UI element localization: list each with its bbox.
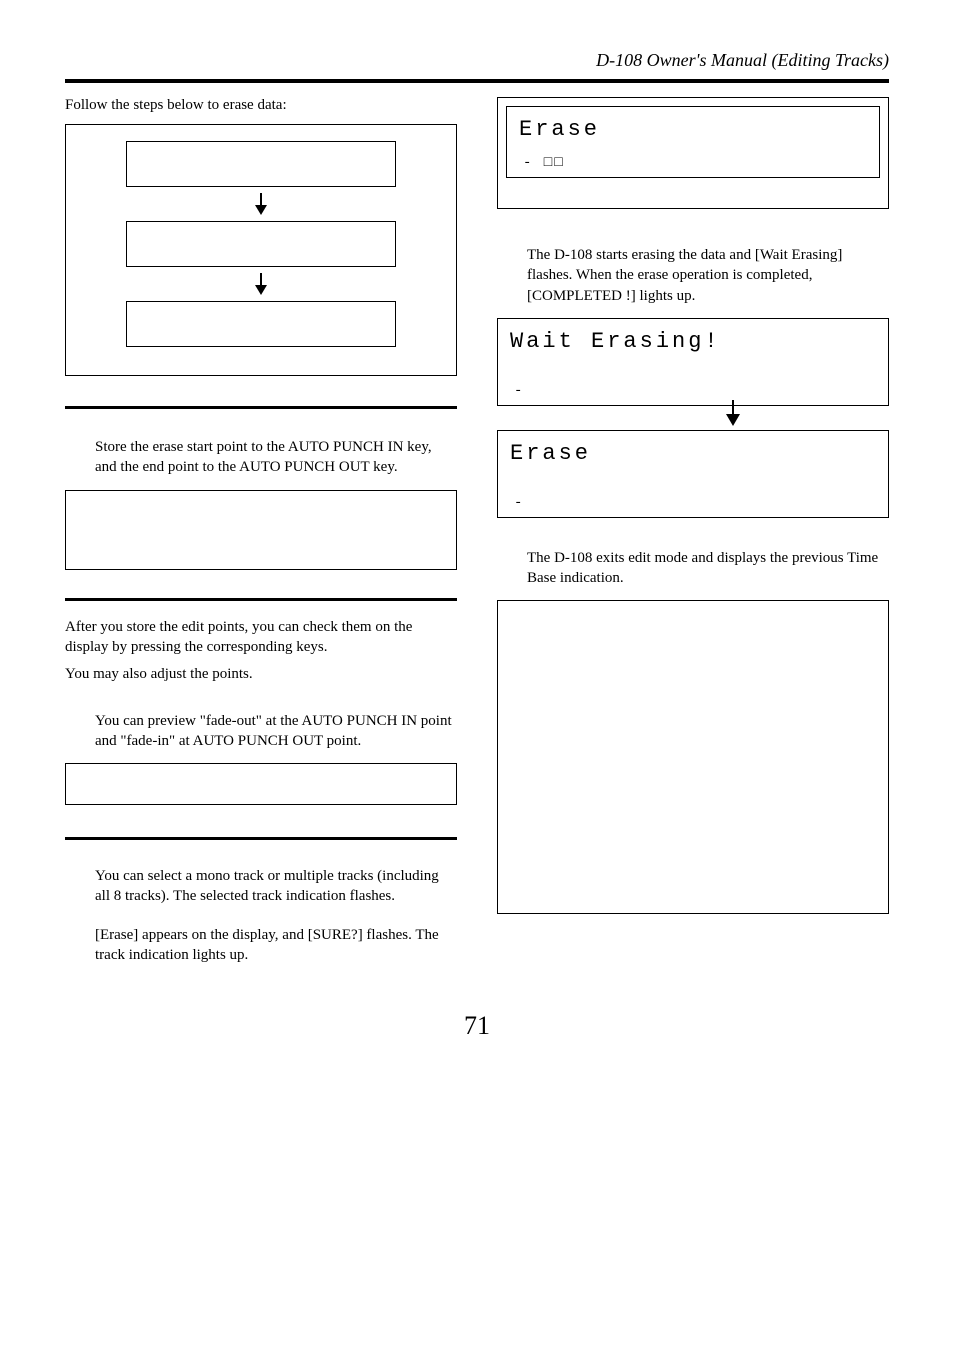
intro-text: Follow the steps below to erase data: [65,97,457,114]
explain-erase-text: The D-108 starts erasing the data and [W… [527,245,889,306]
sub-box-1 [65,763,457,805]
lcd-main-wait: Wait Erasing! [510,329,876,354]
lcd-main-done: Erase [510,441,876,466]
lcd-panel-done: Erase - [497,430,889,518]
lcd-sub-done: - [514,495,522,511]
note-box-1 [65,490,457,570]
right-column: Erase - □□ The D-108 starts erasing the … [497,97,889,977]
step-store-points: Store the erase start point to the AUTO … [95,437,457,478]
after-store-line2: You may also adjust the points. [65,664,457,685]
lcd-bottom-spacer [498,178,888,208]
lcd-sub-erase: - □□ [523,155,565,171]
after-store-line1: After you store the edit points, you can… [65,617,457,658]
page-number: 71 [65,1011,889,1041]
flow-box-1 [126,141,396,187]
arrow-between-lcds [497,408,889,430]
select-track-text: You can select a mono track or multiple … [95,866,457,907]
top-divider [65,79,889,83]
page-root: D-108 Owner's Manual (Editing Tracks) Fo… [0,0,954,1081]
arrow-down-icon [252,193,270,215]
section-divider-2 [65,598,457,601]
flow-box-2 [126,221,396,267]
tall-note-box [497,600,889,914]
lcd-sub-wait: - [514,383,522,399]
exit-text: The D-108 exits edit mode and displays t… [527,548,889,589]
lcd-inner-erase: Erase - □□ [506,106,880,178]
section-divider-3 [65,837,457,840]
arrow-down-icon [252,273,270,295]
erase-sure-text: [Erase] appears on the display, and [SUR… [95,925,457,966]
flowchart-pane [65,124,457,376]
header-title: D-108 Owner's Manual (Editing Tracks) [596,50,889,70]
preview-text: You can preview "fade-out" at the AUTO P… [95,711,457,752]
lcd-main-erase: Erase [519,117,867,142]
left-column: Follow the steps below to erase data: St… [65,97,457,977]
section-divider-1 [65,406,457,409]
content-columns: Follow the steps below to erase data: St… [65,97,889,977]
arrow-down-icon [724,400,742,426]
page-header: D-108 Owner's Manual (Editing Tracks) [65,50,889,79]
lcd-panel-erase: Erase - □□ [497,97,889,209]
flow-box-3 [126,301,396,347]
lcd-panel-wait: Wait Erasing! - [497,318,889,406]
